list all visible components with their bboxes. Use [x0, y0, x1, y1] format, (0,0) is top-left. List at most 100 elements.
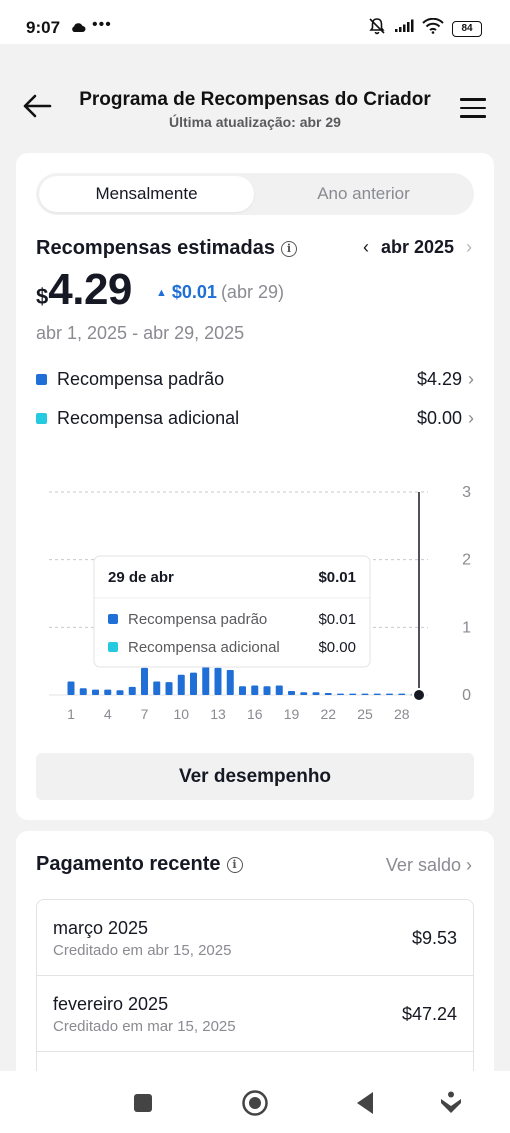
tab-monthly[interactable]: Mensalmente — [39, 176, 254, 212]
delta-date: (abr 29) — [220, 282, 284, 302]
standard-color-swatch — [36, 373, 47, 385]
status-icons: 84 — [368, 17, 482, 40]
bar-standard — [324, 692, 332, 695]
legend-standard-label: Recompensa padrão — [57, 368, 225, 389]
bar-standard — [153, 681, 161, 695]
x-tick-label: 28 — [394, 706, 410, 722]
period-toggle: Mensalmente Ano anterior — [36, 173, 474, 215]
bar-standard — [141, 667, 148, 695]
estimated-rewards-label: Recompensas estimadas — [36, 237, 276, 259]
x-tick-label: 10 — [173, 706, 189, 722]
amount-value: 4.29 — [48, 265, 132, 314]
x-tick-label: 7 — [141, 706, 149, 722]
bar-standard — [116, 690, 124, 695]
bar-standard — [263, 686, 271, 695]
status-bar: 9:07 ••• 84 — [0, 0, 510, 44]
x-tick-label: 22 — [320, 706, 336, 722]
tooltip-additional-value: $0.00 — [318, 639, 356, 656]
currency-symbol: $ — [36, 284, 49, 309]
tooltip-additional-swatch — [108, 642, 118, 652]
bar-standard — [239, 686, 246, 695]
tooltip-date: 29 de abr — [108, 569, 174, 586]
legend-standard-reward[interactable]: Recompensa padrão $4.29 › — [36, 364, 474, 394]
cloud-icon — [70, 20, 86, 36]
system-nav-bar — [0, 1071, 510, 1133]
bar-standard — [312, 692, 320, 695]
payment-row[interactable]: março 2025 Creditado em abr 15, 2025 $9.… — [37, 900, 473, 976]
selected-day-dot — [412, 688, 426, 702]
info-icon[interactable]: i — [226, 856, 243, 873]
legend-additional-reward[interactable]: Recompensa adicional $0.00 › — [36, 403, 474, 433]
bar-standard — [67, 681, 75, 695]
payment-credited: Creditado em abr 15, 2025 — [53, 942, 232, 959]
signal-icon — [394, 19, 414, 38]
see-balance-label: Ver saldo — [385, 855, 461, 875]
prev-month-icon[interactable]: ‹ — [363, 237, 369, 258]
tooltip-total: $0.01 — [318, 569, 356, 586]
page-title: Programa de Recompensas do Criador — [79, 89, 431, 110]
y-tick-label: 3 — [462, 484, 471, 501]
payment-value: $9.53 — [411, 928, 457, 948]
y-tick-label: 0 — [462, 687, 471, 704]
bar-standard — [202, 666, 210, 695]
daily-change: ▲ $0.01 (abr 29) — [156, 282, 284, 303]
chevron-right-icon: › — [468, 368, 474, 389]
battery-icon: 84 — [452, 20, 482, 37]
legend-additional-value: $0.00 — [416, 407, 462, 428]
bar-standard — [128, 686, 136, 695]
wifi-icon — [422, 17, 444, 39]
chevron-right-icon: › — [468, 407, 474, 428]
tooltip-additional-label: Recompensa adicional — [128, 639, 280, 656]
payment-month: fevereiro 2025 — [53, 994, 169, 1014]
bar-standard — [165, 682, 173, 695]
daily-rewards-chart[interactable]: 1 4 7 10 13 16 19 22 25 28 3210 29 de abr $0.01 R… — [16, 478, 494, 728]
rewards-card: Mensalmente Ano anterior Recompensas est… — [16, 153, 494, 820]
hamburger-menu-icon[interactable] — [460, 98, 486, 118]
back-triangle-icon[interactable] — [355, 1091, 375, 1120]
x-tick-label: 13 — [210, 706, 226, 722]
chevron-right-icon: › — [466, 855, 472, 875]
estimated-amount: $ 4.29 — [36, 265, 132, 315]
y-tick-label: 1 — [462, 619, 471, 636]
tab-previous-year[interactable]: Ano anterior — [256, 176, 471, 212]
legend-standard-value: $4.29 — [416, 368, 462, 389]
chart-svg: 1 4 7 10 13 16 19 22 25 28 3210 29 de abr $0.01 R… — [49, 484, 471, 722]
recent-payment-label: Pagamento recente — [36, 853, 221, 875]
view-performance-button[interactable]: Ver desempenho — [36, 753, 474, 800]
payment-month: março 2025 — [53, 918, 149, 938]
tooltip-standard-swatch — [108, 614, 118, 624]
bar-standard — [251, 685, 259, 695]
bar-standard — [300, 692, 308, 695]
info-icon[interactable]: i — [281, 240, 298, 257]
selected-month: abr 2025 — [380, 237, 454, 257]
x-tick-label: 16 — [247, 706, 263, 722]
bar-standard — [214, 667, 222, 695]
last-updated: Última atualização: abr 29 — [169, 114, 341, 130]
accessibility-icon[interactable] — [440, 1091, 462, 1120]
square-icon[interactable] — [133, 1093, 153, 1118]
payment-credited: Creditado em mar 15, 2025 — [53, 1018, 236, 1035]
legend-additional-label: Recompensa adicional — [57, 407, 240, 428]
date-range: abr 1, 2025 - abr 29, 2025 — [36, 323, 245, 343]
bar-standard — [288, 690, 295, 695]
bar-standard — [386, 693, 393, 695]
payment-row[interactable]: fevereiro 2025 Creditado em mar 15, 2025… — [37, 976, 473, 1052]
delta-value: $0.01 — [171, 282, 217, 302]
x-tick-label: 25 — [357, 706, 373, 722]
up-triangle-icon: ▲ — [156, 287, 167, 299]
status-time: 9:07 — [26, 18, 61, 37]
bar-standard — [349, 693, 357, 695]
tooltip-standard-label: Recompensa padrão — [128, 611, 267, 628]
bar-standard — [226, 669, 234, 695]
x-tick-label: 1 — [67, 706, 75, 722]
bar-standard — [92, 689, 99, 695]
bar-standard — [361, 693, 369, 695]
top-header: Programa de Recompensas do Criador Últim… — [0, 44, 510, 150]
next-month-icon[interactable]: › — [466, 237, 472, 258]
bar-standard — [79, 688, 87, 695]
more-notifications-icon: ••• — [92, 16, 112, 33]
see-balance-link[interactable]: Ver saldo › — [386, 855, 472, 876]
bar-standard — [398, 693, 406, 695]
home-circle-icon[interactable] — [241, 1089, 269, 1122]
tooltip-standard-value: $0.01 — [318, 611, 356, 628]
